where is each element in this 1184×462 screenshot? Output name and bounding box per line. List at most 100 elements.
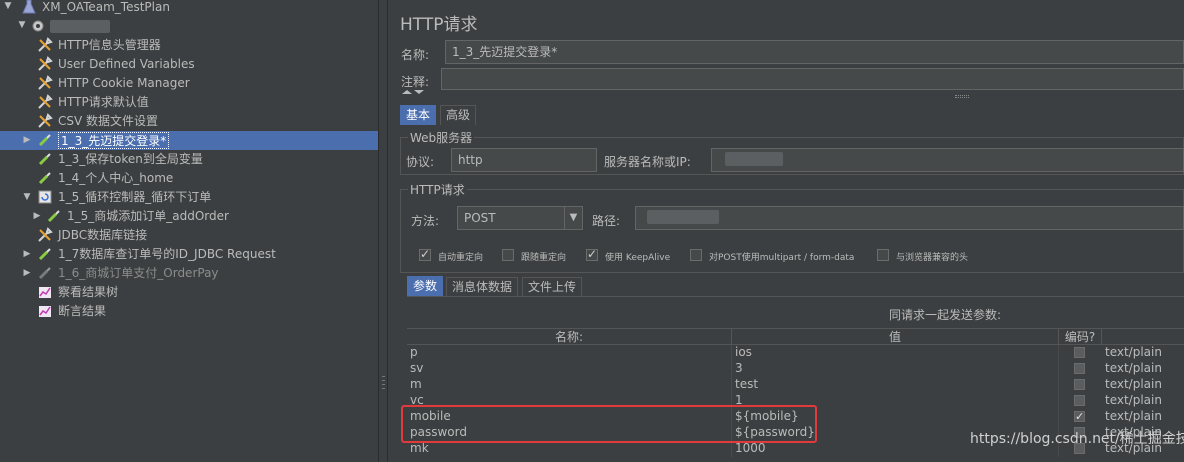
expand-arrow-icon[interactable]: ▶ [22, 264, 32, 283]
param-content-type[interactable]: text/plain [1102, 377, 1184, 393]
keepalive-checkbox[interactable] [586, 247, 598, 261]
param-content-type[interactable]: text/plain [1102, 393, 1184, 409]
method-value: POST [464, 211, 496, 225]
browser-headers-checkbox[interactable] [877, 249, 889, 261]
follow-redirect-label: 跟随重定向 [521, 253, 567, 263]
tree-node-jdbc-request[interactable]: ▶ 1_7数据库查订单号的ID_JDBC Request [0, 245, 378, 264]
follow-redirect-checkbox[interactable] [502, 249, 514, 261]
resize-handle[interactable] [955, 95, 969, 98]
expand-arrow-icon[interactable]: ▼ [3, 0, 13, 16]
auto-redirect-checkbox[interactable] [419, 247, 431, 261]
tree-node-thread-group[interactable]: ▼ [0, 17, 378, 36]
flask-icon [22, 0, 36, 14]
column-header-name[interactable]: 名称: [407, 329, 732, 345]
tab-parameters[interactable]: 参数 [407, 276, 444, 296]
chevron-down-icon[interactable]: ▼ [564, 207, 582, 229]
expand-arrow-icon[interactable]: ▶ [22, 131, 32, 150]
method-select[interactable]: POST ▼ [457, 206, 583, 230]
expand-arrow-icon[interactable]: ▶ [22, 245, 32, 264]
param-content-type[interactable]: text/plain [1102, 345, 1184, 361]
pipette-icon [47, 210, 60, 223]
tree-node-order-pay[interactable]: ▶ 1_6_商城订单支付_OrderPay [0, 264, 378, 283]
tab-divider [407, 296, 1184, 297]
wrench-icon [38, 113, 53, 128]
pipette-icon [38, 172, 51, 185]
splitter-grip [382, 388, 385, 389]
encode-checkbox[interactable] [1074, 395, 1085, 406]
tab-basic[interactable]: 基本 [400, 105, 437, 125]
wrench-icon [38, 94, 53, 109]
tab-file-upload[interactable]: 文件上传 [522, 277, 583, 297]
redacted-path [647, 210, 719, 224]
pipette-icon [38, 153, 51, 166]
param-value[interactable]: ios [732, 345, 1059, 361]
tree-node-view-results-tree[interactable]: 察看结果树 [0, 283, 378, 302]
param-content-type[interactable]: text/plain [1102, 409, 1184, 425]
param-name[interactable]: sv [407, 361, 732, 377]
gear-icon [32, 20, 44, 32]
auto-redirect-label: 自动重定向 [438, 253, 484, 263]
pane-splitter[interactable] [378, 0, 388, 462]
param-name[interactable]: mk [407, 441, 732, 457]
collapse-arrows-icon[interactable] [401, 90, 425, 98]
multipart-checkbox[interactable] [690, 249, 702, 261]
tree-node-http-defaults[interactable]: HTTP请求默认值 [0, 93, 378, 112]
tree-node-add-order[interactable]: ▶ 1_5_商城添加订单_addOrder [0, 207, 378, 226]
encode-checkbox[interactable] [1074, 347, 1085, 358]
tree-node-home[interactable]: 1_4_个人中心_home [0, 169, 378, 188]
param-content-type[interactable]: text/plain [1102, 361, 1184, 377]
protocol-field[interactable]: http [451, 148, 597, 172]
pipette-icon [38, 248, 51, 261]
tree-node-test-plan[interactable]: ▼ XM_OATeam_TestPlan [0, 0, 378, 17]
graph-icon [39, 306, 51, 317]
path-label: 路径: [592, 214, 621, 228]
splitter-grip [382, 384, 385, 385]
browser-headers-label: 与浏览器兼容的头 [896, 253, 969, 263]
http-request-title: HTTP请求 [408, 181, 467, 198]
tree-node-assertion-results[interactable]: 断言结果 [0, 302, 378, 321]
expand-arrow-icon[interactable]: ▼ [22, 188, 32, 207]
wrench-icon [38, 56, 53, 71]
multipart-label: 对POST使用multipart / form-data [709, 253, 855, 263]
test-plan-tree[interactable]: ▼ XM_OATeam_TestPlan ▼ HTTP信息头管理器 User D… [0, 0, 378, 462]
encode-checkbox[interactable] [1074, 379, 1085, 390]
wrench-icon [38, 75, 53, 90]
encode-checkbox[interactable] [1074, 363, 1085, 374]
param-name[interactable]: m [407, 377, 732, 393]
keepalive-label: 使用 KeepAlive [605, 253, 671, 263]
tree-node-header-manager[interactable]: HTTP信息头管理器 [0, 36, 378, 55]
comment-field[interactable] [441, 68, 1184, 90]
param-name[interactable]: p [407, 345, 732, 361]
name-field[interactable]: 1_3_先迈提交登录* [445, 40, 1184, 64]
redacted-server [725, 152, 783, 166]
tab-body-data[interactable]: 消息体数据 [446, 277, 519, 297]
column-header-content-type[interactable] [1102, 329, 1184, 345]
comment-label: 注释: [401, 75, 430, 89]
tab-advanced[interactable]: 高级 [440, 105, 477, 125]
tree-node-jdbc-connection[interactable]: JDBC数据库链接 [0, 226, 378, 245]
wrench-icon [38, 37, 53, 52]
tree-node-login-request-selected[interactable]: ▶ 1_3_先迈提交登录* [0, 131, 378, 150]
page-title: HTTP请求 [400, 15, 478, 35]
table-row[interactable]: sv 3 text/plain [407, 361, 1184, 377]
tree-node-cookie-manager[interactable]: HTTP Cookie Manager [0, 74, 378, 93]
tree-node-csv-data[interactable]: CSV 数据文件设置 [0, 112, 378, 131]
http-request-panel: HTTP请求 名称: 1_3_先迈提交登录* 注释: 基本 高级 Web服务器 … [389, 0, 1184, 462]
column-header-encode[interactable]: 编码? [1059, 329, 1102, 345]
expand-arrow-icon[interactable]: ▶ [32, 207, 42, 226]
tree-node-loop-controller[interactable]: ▼ 1_5_循环控制器_循环下订单 [0, 188, 378, 207]
encode-checkbox[interactable] [1074, 409, 1085, 424]
param-value[interactable]: test [732, 377, 1059, 393]
server-name-label: 服务器名称或IP: [604, 155, 691, 169]
column-header-value[interactable]: 值 [732, 329, 1059, 345]
expand-arrow-icon[interactable]: ▼ [17, 16, 27, 35]
tree-node-user-defined-variables[interactable]: User Defined Variables [0, 55, 378, 74]
table-row[interactable]: m test text/plain [407, 377, 1184, 393]
tree-node-save-token[interactable]: 1_3_保存token到全局变量 [0, 150, 378, 169]
param-value[interactable]: 3 [732, 361, 1059, 377]
params-caption: 同请求一起发送参数: [889, 308, 1002, 322]
name-label: 名称: [401, 48, 430, 62]
watermark: https://blog.csdn.net/稀土掘金技术社区 [970, 431, 1184, 447]
table-row[interactable]: p ios text/plain [407, 345, 1184, 361]
web-server-title: Web服务器 [408, 129, 475, 146]
